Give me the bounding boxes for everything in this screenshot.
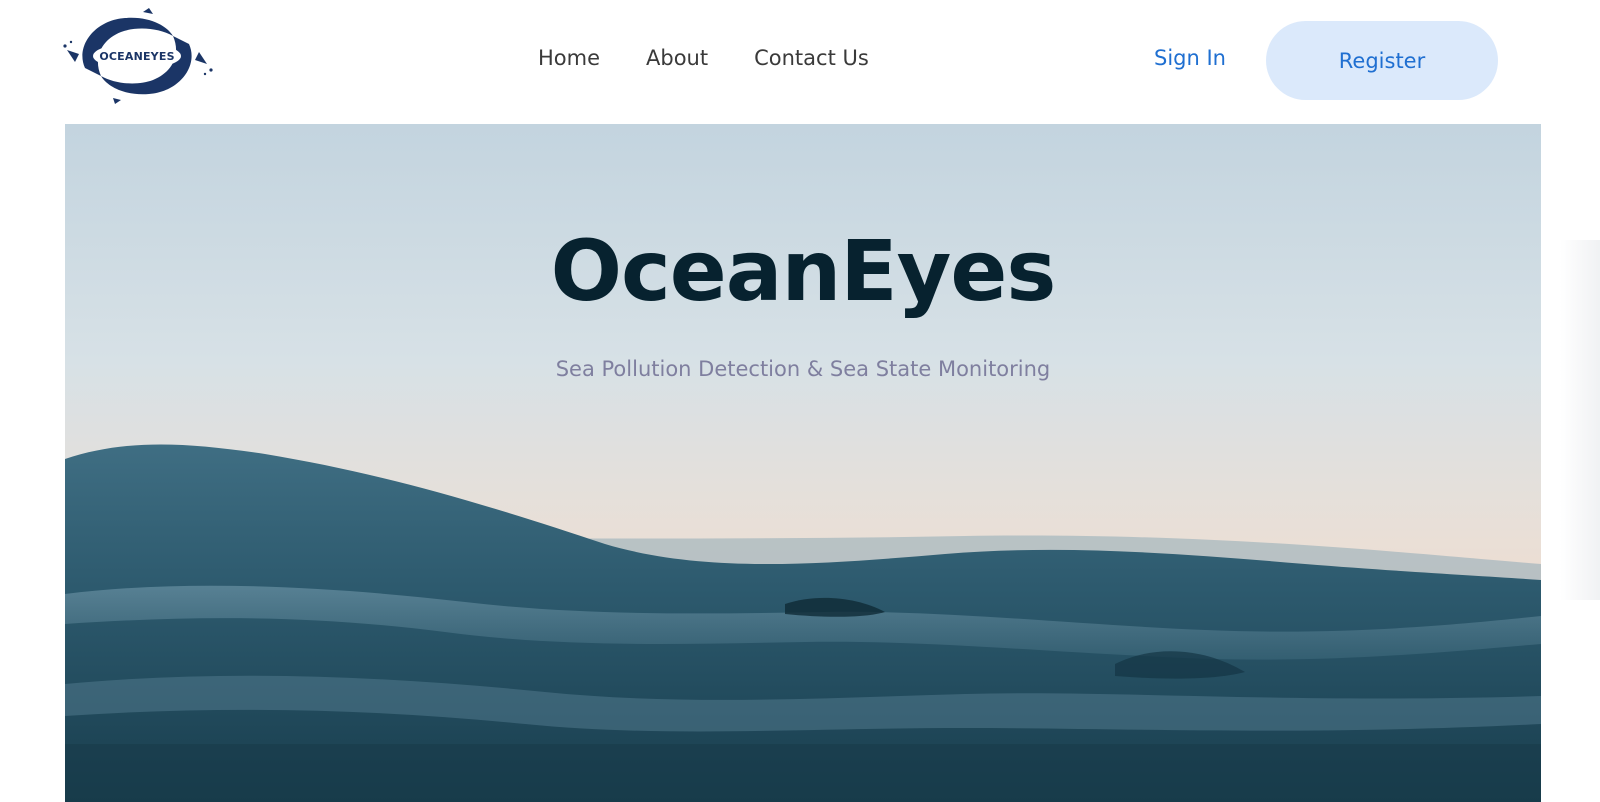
hero-subtitle: Sea Pollution Detection & Sea State Moni… <box>555 357 1051 381</box>
nav-home-link[interactable]: Home <box>538 44 600 72</box>
oceaneyes-logo[interactable]: OCEANEYES <box>55 6 219 106</box>
nav-about-link[interactable]: About <box>646 44 708 72</box>
hero-section: OceanEyes Sea Pollution Detection & Sea … <box>65 124 1541 802</box>
register-button[interactable]: Register <box>1266 21 1498 100</box>
edge-shadow <box>1560 240 1600 600</box>
main-nav: Home About Contact Us <box>538 44 869 72</box>
logo-text: OCEANEYES <box>99 50 175 63</box>
navbar: OCEANEYES Home About Contact Us Sign In … <box>0 0 1600 124</box>
sign-in-link[interactable]: Sign In <box>1154 44 1226 72</box>
hero-title: OceanEyes <box>550 222 1057 320</box>
nav-contact-link[interactable]: Contact Us <box>754 44 869 72</box>
